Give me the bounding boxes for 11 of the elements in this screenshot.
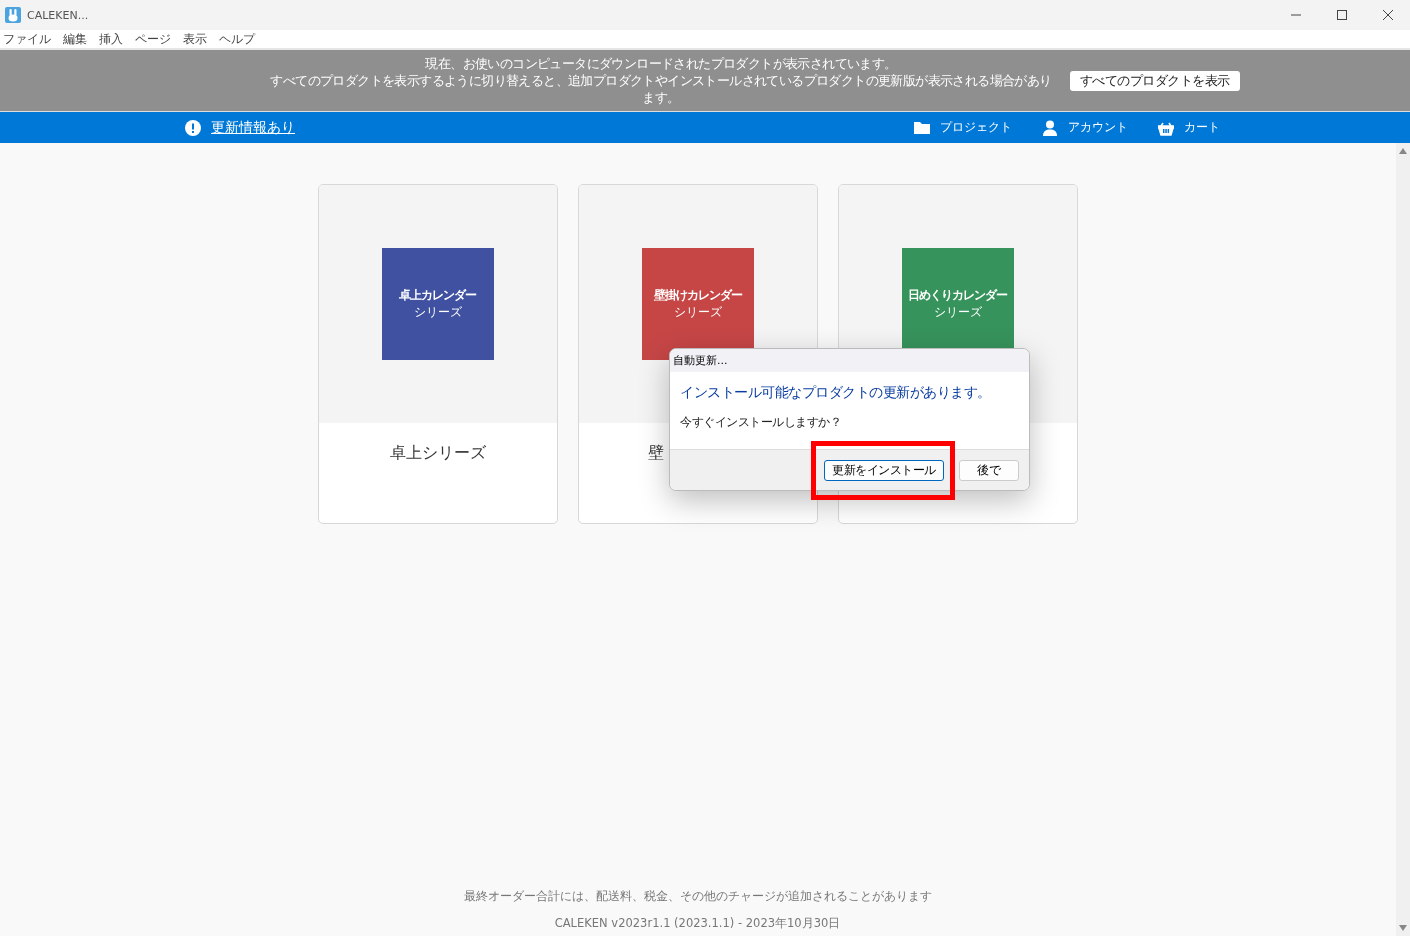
series-tile: 卓上カレンダー シリーズ — [381, 248, 494, 360]
banner-text: ます。 — [642, 89, 680, 106]
version-text: CALEKEN v2023r1.1 (2023.1.1) - 2023年10月30日 — [554, 916, 841, 931]
dialog-question: 今すぐインストールしますか？ — [680, 414, 842, 431]
card-title: 壁 — [647, 443, 664, 464]
dialog-heading: インストール可能なプロダクトの更新があります。 — [680, 384, 992, 402]
footer-note: 最終オーダー合計には、配送料、税金、その他のチャージが追加されることがあります — [463, 889, 932, 904]
banner-text: 現在、お使いのコンピュータにダウンロードされたプロダクトが表示されています。 — [425, 55, 897, 72]
banner-text: すべてのプロダクトを表示するように切り替えると、追加プロダクトやインストールされているプロダクトの更新版が表示される場合があり — [270, 72, 1052, 89]
card-title: 卓上シリーズ — [389, 443, 486, 464]
window-title: CALEKEN... — [27, 8, 89, 22]
